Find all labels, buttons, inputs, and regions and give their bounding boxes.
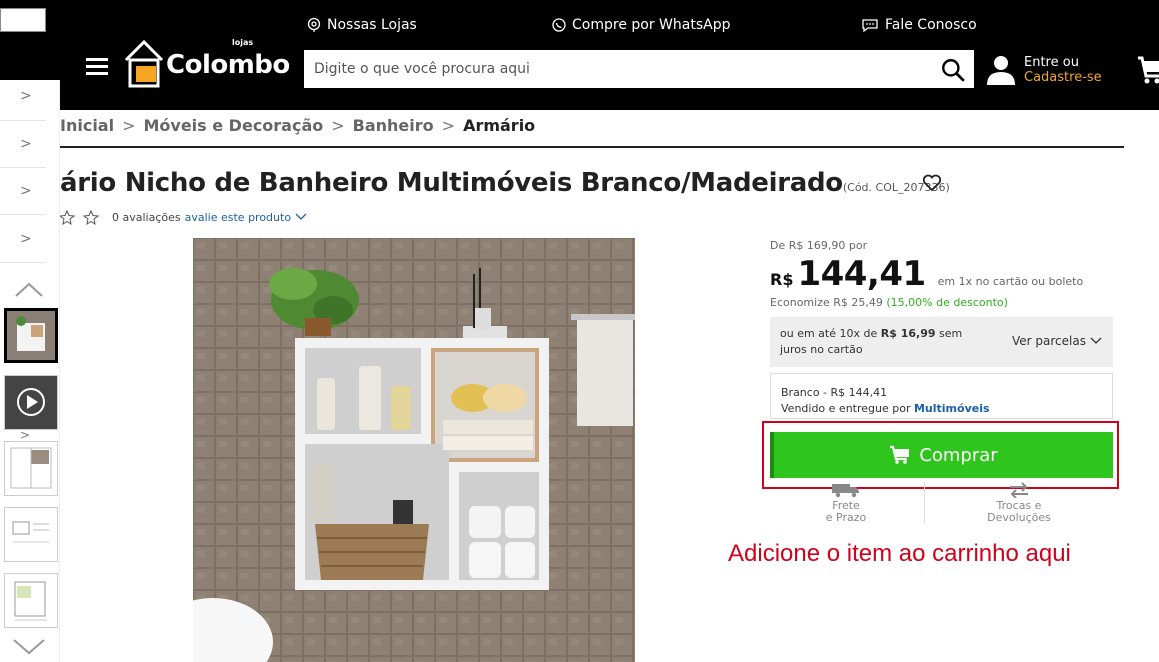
register-link[interactable]: Cadastre-se [1024,70,1102,85]
chevron-down-icon [1090,337,1102,344]
chat-icon [862,19,878,33]
product-rating: 0 avaliações avalie este produto [60,209,307,225]
chevron-right-icon[interactable]: > [20,183,32,199]
search-bar [304,50,974,88]
annotation-text: Adicione o item ao carrinho aqui [728,540,1071,567]
login-link[interactable]: Entre ou Cadastre-se [986,54,1102,86]
view-installments-label: Ver parcelas [1012,334,1086,348]
divider [0,214,46,215]
returns-line-2: Devoluções [987,511,1051,524]
star-rating-icon [60,209,100,225]
breadcrumb: Inicial > Móveis e Decoração > Banheiro > Armá… [60,116,535,135]
whatsapp-link[interactable]: Compre por WhatsApp [551,17,730,33]
review-link[interactable]: avalie este produto [185,211,291,224]
left-overlay [0,0,60,80]
exchange-arrows-icon [1010,482,1028,498]
breadcrumb-separator: > [122,116,136,135]
breadcrumb-separator: > [441,116,456,135]
breadcrumb-separator: > [331,116,345,135]
user-icon [987,56,1015,85]
logo-text: Colombo [166,50,290,80]
view-installments-link[interactable]: Ver parcelas [1012,334,1102,348]
product-title: ário Nicho de Banheiro Multimóveis Branc… [60,168,950,198]
stores-label: Nossas Lojas [327,17,417,33]
seller-info: Branco - R$ 144,41 Vendido e entregue po… [781,385,990,417]
returns-info[interactable]: Trocas e Devoluções [954,482,1084,524]
left-tab[interactable] [0,8,46,32]
truck-icon [832,484,859,498]
buy-button-label: Comprar [919,444,998,466]
breadcrumb-divider [60,146,1124,148]
whatsapp-icon [552,18,566,32]
breadcrumb-current: Armário [463,116,536,135]
contact-link[interactable]: Fale Conosco [860,17,977,33]
thumbnail-3[interactable] [4,441,58,496]
divider [0,262,46,263]
price-condition: em 1x no cartão ou boleto [937,275,1084,288]
contact-label: Fale Conosco [885,17,977,33]
breadcrumb-bathroom[interactable]: Banheiro [353,116,434,135]
price-currency: R$ [770,270,794,289]
savings-percent: (15,00% de desconto) [886,296,1008,309]
cart-icon [890,445,910,464]
divider [0,167,46,168]
buy-button[interactable]: Comprar [770,432,1113,478]
installments-value: R$ 16,99 [880,327,936,340]
logo-tagline: lojas [232,38,254,47]
chevron-up-icon[interactable] [14,280,44,298]
thumbnail-video[interactable] [4,375,58,430]
seller-line: Vendido e entregue por Multimóveis [781,401,990,417]
login-text: Entre ou Cadastre-se [1024,55,1102,85]
heart-icon[interactable] [922,174,942,192]
installments-pre: ou em até 10x de [780,327,878,340]
thumbnail-1[interactable] [4,308,58,363]
seller-box[interactable]: Branco - R$ 144,41 Vendido e entregue po… [770,373,1113,419]
breadcrumb-furniture[interactable]: Móveis e Decoração [143,116,323,135]
thumbnail-column: > > > > > [0,80,60,662]
product-photo [193,238,635,662]
chevron-right-icon[interactable]: > [20,231,32,247]
whatsapp-label: Compre por WhatsApp [572,17,731,33]
price-value: 144,41 [797,254,926,294]
search-icon[interactable] [940,57,966,83]
price-row: R$ 144,41 em 1x no cartão ou boleto [770,254,1083,294]
hamburger-menu-icon[interactable] [86,58,108,76]
breadcrumb-home[interactable]: Inicial [60,116,114,135]
search-input[interactable] [304,51,924,87]
savings-amount: Economize R$ 25,49 [770,296,883,309]
product-page: > > > > > Nossas Lojas Compre por WhatsA… [0,0,1159,662]
login-line-1: Entre ou [1024,55,1079,70]
rating-count: 0 avaliações [112,210,181,224]
chevron-right-icon[interactable]: > [20,88,32,104]
chevron-down-icon[interactable] [295,213,307,221]
installments-text: ou em até 10x de R$ 16,99 sem juros no c… [780,326,990,358]
variant-price: Branco - R$ 144,41 [781,386,888,399]
old-price: De R$ 169,90 por [770,239,868,252]
shipping-info[interactable]: Frete e Prazo [781,482,911,524]
thumbnail-5[interactable] [4,573,58,628]
product-main-image[interactable] [193,238,635,662]
site-logo[interactable]: lojas Colombo [122,38,292,88]
divider [924,482,925,524]
thumbnail-4[interactable] [4,507,58,562]
chevron-down-icon[interactable] [12,636,46,656]
location-pin-icon [307,17,321,32]
installments-box: ou em até 10x de R$ 16,99 sem juros no c… [770,317,1113,367]
product-title-text: ário Nicho de Banheiro Multimóveis Branc… [60,168,843,198]
savings: Economize R$ 25,49 (15,00% de desconto) [770,296,1008,309]
divider [0,120,46,121]
shipping-line-2: e Prazo [825,511,867,524]
cart-icon[interactable] [1136,52,1159,86]
site-header: Nossas Lojas Compre por WhatsApp Fale Co… [60,0,1159,110]
seller-by: Vendido e entregue por [781,402,911,415]
stores-link[interactable]: Nossas Lojas [306,17,417,33]
logo-house-icon [124,39,164,88]
seller-name[interactable]: Multimóveis [914,402,990,415]
chevron-right-icon[interactable]: > [20,428,30,442]
chevron-right-icon[interactable]: > [20,136,32,152]
